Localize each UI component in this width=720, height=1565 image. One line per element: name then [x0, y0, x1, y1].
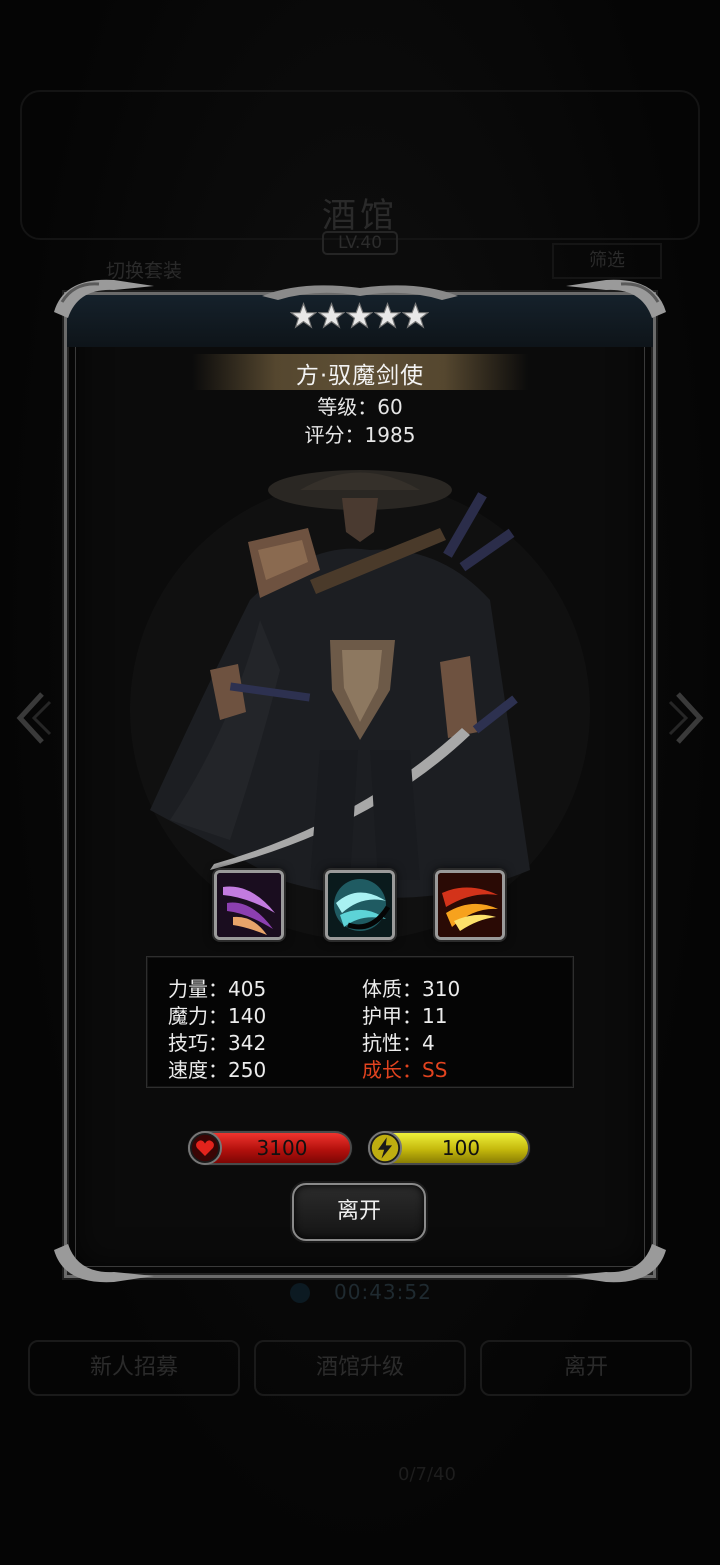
background-level-badge: LV.40: [322, 231, 398, 255]
attr-skill: 技巧：342: [168, 1031, 267, 1055]
leave-button[interactable]: 离开: [292, 1183, 426, 1241]
attr-armor: 护甲：11: [362, 1004, 448, 1028]
star-icon: [346, 302, 373, 329]
star-icon: [374, 302, 401, 329]
background-timer-icon: [290, 1283, 310, 1303]
hero-score: 评分：1985: [304, 423, 416, 447]
background-leave-button: 离开: [480, 1340, 692, 1396]
attr-resistance: 抗性：4: [362, 1031, 435, 1055]
energy-value: 100: [441, 1136, 481, 1160]
next-hero-arrow-icon[interactable]: [668, 688, 708, 748]
background-title: 酒馆: [322, 196, 398, 236]
star-icon: [290, 302, 317, 329]
attr-magic: 魔力：140: [168, 1004, 267, 1028]
background-bottom-counter: 0/7/40: [398, 1464, 456, 1485]
background-upgrade-button: 酒馆升级: [254, 1340, 466, 1396]
skill-slot-3[interactable]: [435, 870, 505, 940]
star-icon: [318, 302, 345, 329]
corner-ornament-icon: [566, 279, 666, 318]
hp-value: 3100: [256, 1136, 308, 1160]
corner-ornament-icon: [54, 1244, 154, 1283]
hero-name: 方·驭魔剑使: [295, 363, 425, 389]
star-rating: [290, 302, 430, 336]
previous-hero-arrow-icon[interactable]: [12, 688, 52, 748]
background-recruit-button: 新人招募: [28, 1340, 240, 1396]
cyan-crescent-skill-icon: [328, 873, 392, 937]
star-icon: [402, 302, 429, 329]
attr-strength: 力量：405: [168, 977, 267, 1001]
purple-slash-skill-icon: [217, 873, 281, 937]
attr-growth: 成长：SS: [362, 1058, 448, 1082]
corner-ornament-icon: [54, 279, 154, 318]
skill-slot-2[interactable]: [325, 870, 395, 940]
corner-ornament-icon: [566, 1244, 666, 1283]
attr-constitution: 体质：310: [362, 977, 461, 1001]
skill-slot-1[interactable]: [214, 870, 284, 940]
hp-bar: 3100: [188, 1131, 352, 1165]
energy-bar: 100: [368, 1131, 530, 1165]
background-timer: 00:43:52: [334, 1280, 432, 1304]
hero-portrait: [130, 470, 590, 940]
fire-slash-skill-icon: [438, 873, 502, 937]
attr-speed: 速度：250: [168, 1058, 267, 1082]
hero-level: 等级：60: [317, 395, 403, 419]
